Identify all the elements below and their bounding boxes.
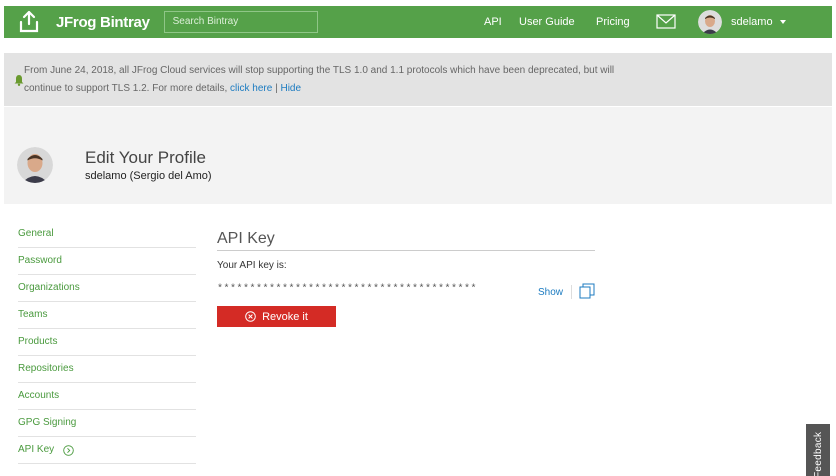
sidebar-item-teams[interactable]: Teams: [18, 302, 196, 329]
feedback-tab[interactable]: Feedback: [806, 424, 830, 476]
sidebar-item-repositories[interactable]: Repositories: [18, 356, 196, 383]
sidebar-item-gpg-signing[interactable]: GPG Signing: [18, 410, 196, 437]
user-menu[interactable]: sdelamo: [731, 6, 786, 38]
nav-api-link[interactable]: API: [484, 6, 502, 38]
profile-header: Edit Your Profile sdelamo (Sergio del Am…: [4, 107, 832, 204]
click-here-link[interactable]: click here: [230, 83, 272, 94]
bintray-logo-icon[interactable]: [16, 9, 42, 35]
section-title: API Key: [217, 230, 275, 247]
divider: [571, 285, 572, 299]
api-key-label: Your API key is:: [217, 260, 287, 271]
search-input[interactable]: Search Bintray: [163, 11, 318, 33]
tls-notice-banner: From June 24, 2018, all JFrog Cloud serv…: [4, 53, 832, 106]
caret-down-icon: [779, 20, 786, 24]
revoke-api-key-button[interactable]: Revoke it: [217, 306, 336, 327]
mail-icon[interactable]: [656, 14, 676, 29]
settings-sidebar: General Password Organizations Teams Pro…: [18, 221, 196, 464]
copy-icon[interactable]: [579, 283, 595, 299]
nav-pricing-link[interactable]: Pricing: [596, 6, 630, 38]
sidebar-item-accounts[interactable]: Accounts: [18, 383, 196, 410]
sidebar-item-password[interactable]: Password: [18, 248, 196, 275]
divider: [217, 250, 595, 251]
api-key-masked-value: ****************************************: [217, 284, 478, 295]
profile-avatar: [17, 147, 53, 183]
page-title: Edit Your Profile: [85, 148, 206, 167]
profile-username: sdelamo (Sergio del Amo): [85, 170, 212, 182]
top-navbar: JFrog Bintray Search Bintray API User Gu…: [4, 6, 832, 38]
sidebar-item-general[interactable]: General: [18, 221, 196, 248]
sidebar-item-api-key[interactable]: API Key: [18, 437, 196, 464]
brand-name[interactable]: JFrog Bintray: [56, 14, 150, 31]
sidebar-item-organizations[interactable]: Organizations: [18, 275, 196, 302]
show-api-key-link[interactable]: Show: [538, 287, 563, 298]
notice-text-line1: From June 24, 2018, all JFrog Cloud serv…: [24, 65, 615, 76]
chevron-right-icon: [63, 444, 74, 456]
sidebar-item-products[interactable]: Products: [18, 329, 196, 356]
nav-user-guide-link[interactable]: User Guide: [519, 6, 575, 38]
revoke-x-icon: [245, 311, 256, 322]
notice-text-line2: continue to support TLS 1.2. For more de…: [24, 83, 302, 94]
hide-notice-link[interactable]: Hide: [280, 83, 301, 94]
user-avatar[interactable]: [698, 10, 722, 34]
username: sdelamo: [731, 16, 773, 28]
